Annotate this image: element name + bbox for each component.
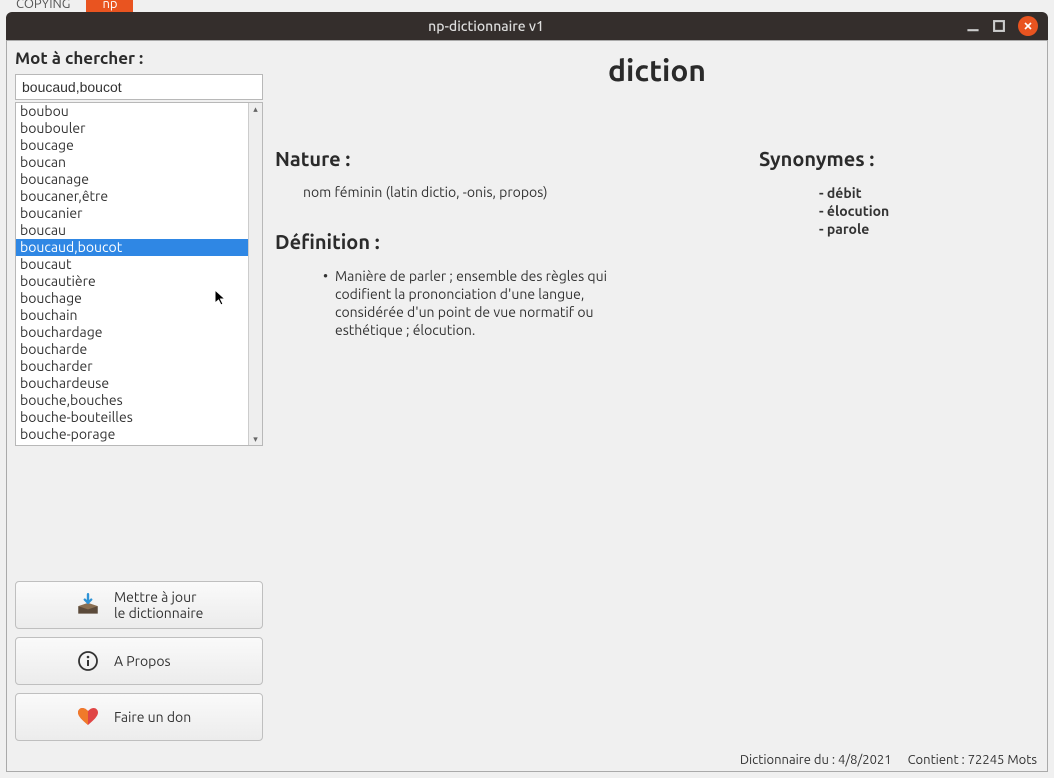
synonym-item: - parole <box>819 220 1039 238</box>
list-item[interactable]: boucharder <box>16 358 248 375</box>
status-date: Dictionnaire du : 4/8/2021 <box>740 753 892 767</box>
about-button[interactable]: A Propos <box>15 637 263 685</box>
entry-panel: diction Nature : nom féminin (latin dict… <box>275 49 1039 771</box>
scrollbar[interactable]: ▴ ▾ <box>248 103 262 445</box>
maximize-icon[interactable] <box>992 19 1006 33</box>
donate-button[interactable]: Faire un don <box>15 693 263 741</box>
donate-button-label: Faire un don <box>114 709 191 725</box>
action-buttons: Mettre à jour le dictionnaire A Propos <box>15 581 263 741</box>
synonym-item: - élocution <box>819 202 1039 220</box>
list-item[interactable]: bouche-bouteilles <box>16 409 248 426</box>
window-controls <box>966 16 1048 36</box>
list-item[interactable]: boucage <box>16 137 248 154</box>
nature-text: nom féminin (latin dictio, -onis, propos… <box>303 184 699 200</box>
search-label: Mot à chercher : <box>15 49 263 68</box>
scroll-down-icon[interactable]: ▾ <box>249 433 262 445</box>
status-count: Contient : 72245 Mots <box>908 753 1037 767</box>
definition-heading: Définition : <box>275 230 699 253</box>
list-item[interactable]: bouchage <box>16 290 248 307</box>
list-item[interactable]: bouchain <box>16 307 248 324</box>
about-button-label: A Propos <box>114 653 171 669</box>
list-item[interactable]: boucautière <box>16 273 248 290</box>
minimize-icon[interactable] <box>966 19 980 33</box>
update-button[interactable]: Mettre à jour le dictionnaire <box>15 581 263 629</box>
app-window: Mot à chercher : bouboubouboulerboucageb… <box>6 40 1048 772</box>
list-item[interactable]: boubouler <box>16 120 248 137</box>
list-item[interactable]: boucaud,boucot <box>16 239 248 256</box>
download-box-icon <box>74 592 102 618</box>
list-item[interactable]: boucanier <box>16 205 248 222</box>
list-item[interactable]: boucaut <box>16 256 248 273</box>
list-item[interactable]: bouche-porage <box>16 426 248 443</box>
list-item[interactable]: boucaner,être <box>16 188 248 205</box>
window-title: np-dictionnaire v1 <box>6 18 966 34</box>
nature-heading: Nature : <box>275 147 699 170</box>
synonym-item: - débit <box>819 184 1039 202</box>
list-item[interactable]: bouchardage <box>16 324 248 341</box>
close-icon[interactable] <box>1018 16 1038 36</box>
list-item[interactable]: bouchardeuse <box>16 375 248 392</box>
list-item[interactable]: boucanage <box>16 171 248 188</box>
info-icon <box>74 649 102 673</box>
update-button-line2: le dictionnaire <box>114 605 203 621</box>
update-button-line1: Mettre à jour <box>114 589 196 605</box>
list-item[interactable]: boubou <box>16 103 248 120</box>
list-item[interactable]: boucau <box>16 222 248 239</box>
definition-item: Manière de parler ; ensemble des règles … <box>335 267 625 339</box>
status-bar: Dictionnaire du : 4/8/2021 Contient : 72… <box>740 753 1037 767</box>
synonyms-heading: Synonymes : <box>759 147 1039 170</box>
entry-title: diction <box>275 53 1039 87</box>
search-input[interactable] <box>15 74 263 100</box>
titlebar: np-dictionnaire v1 <box>6 12 1048 40</box>
word-listbox[interactable]: bouboubouboulerboucageboucanboucanagebou… <box>15 102 263 446</box>
heart-icon <box>74 705 102 729</box>
scroll-up-icon[interactable]: ▴ <box>249 103 262 115</box>
list-item[interactable]: boucan <box>16 154 248 171</box>
list-item[interactable]: bouche,bouches <box>16 392 248 409</box>
list-item[interactable]: boucharde <box>16 341 248 358</box>
